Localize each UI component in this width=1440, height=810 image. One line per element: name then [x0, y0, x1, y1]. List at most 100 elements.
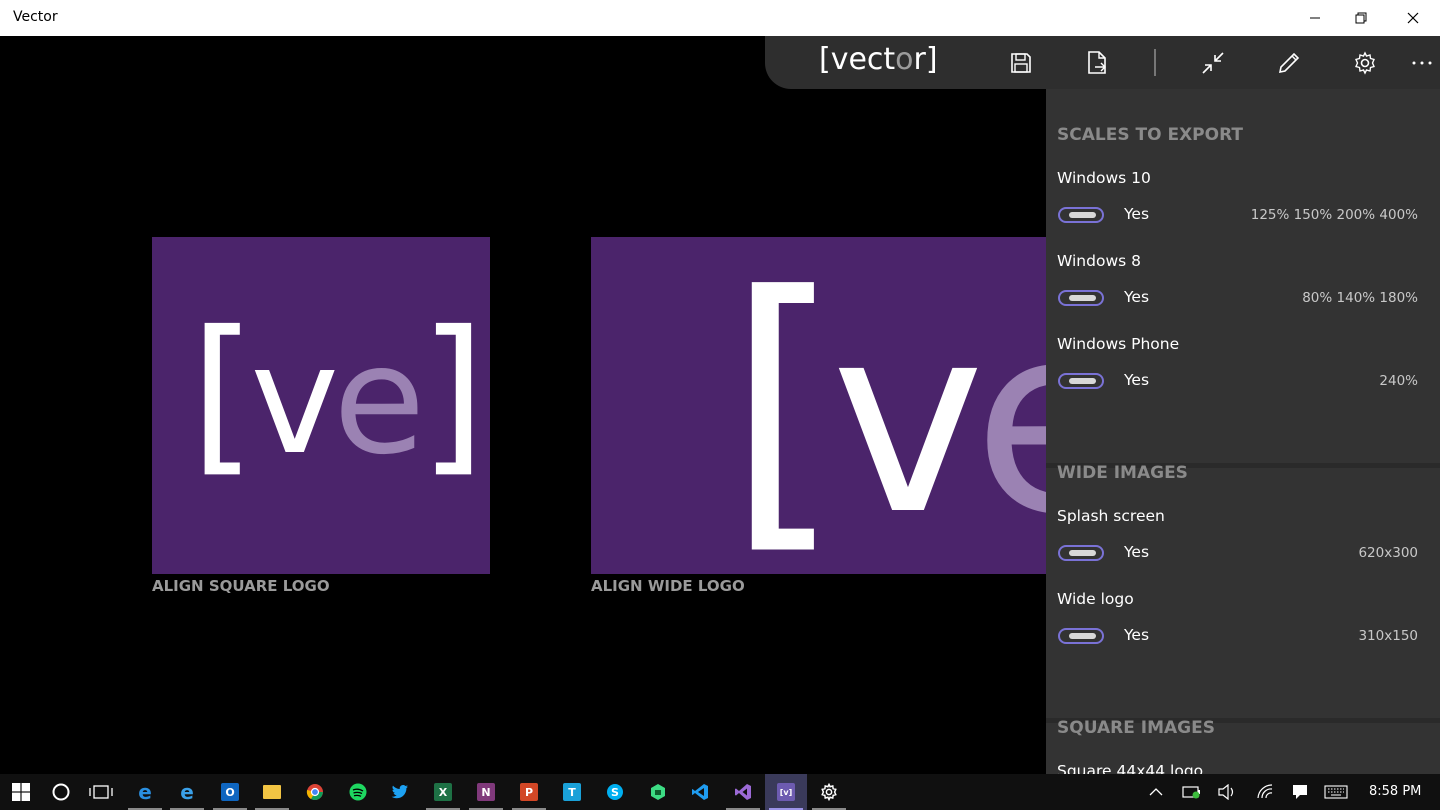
- export-file-icon: [1088, 51, 1106, 74]
- logo-bracket-left: [: [190, 295, 256, 493]
- splash-screen-toggle[interactable]: [1058, 545, 1104, 561]
- logo-letter-v: v: [250, 314, 339, 488]
- vector-app-icon: [v]: [777, 783, 795, 801]
- toggle-knob: [1069, 212, 1096, 218]
- collapse-button[interactable]: [1196, 46, 1230, 80]
- toggle-knob: [1069, 633, 1096, 639]
- windows-10-toggle[interactable]: [1058, 207, 1104, 223]
- powerpoint-taskbar-button[interactable]: P: [508, 774, 550, 810]
- touch-keyboard-button[interactable]: [1316, 774, 1356, 810]
- pencil-icon: [1278, 52, 1300, 74]
- twitter-taskbar-button[interactable]: [379, 774, 421, 810]
- wifi-icon: [1257, 784, 1273, 799]
- wide-logo-tile[interactable]: [ve: [591, 237, 1046, 574]
- wide-logo-size: 310x150: [1358, 628, 1418, 644]
- skype-taskbar-button[interactable]: S: [594, 774, 636, 810]
- toggle-knob: [1069, 378, 1096, 384]
- windows-8-toggle[interactable]: [1058, 290, 1104, 306]
- vector-taskbar-button[interactable]: [v]: [765, 774, 807, 810]
- windows-phone-label: Windows Phone: [1057, 335, 1180, 353]
- svg-text:S: S: [611, 786, 619, 799]
- notification-icon: [1293, 785, 1307, 799]
- splash-screen-label: Splash screen: [1057, 507, 1165, 525]
- visual-studio-taskbar-button[interactable]: [722, 774, 764, 810]
- onenote-taskbar-button[interactable]: N: [465, 774, 507, 810]
- close-icon: [1407, 12, 1419, 24]
- wide-logo-label: Wide logo: [1057, 590, 1134, 608]
- brand-text-end: r]: [913, 42, 938, 77]
- outlook-taskbar-button[interactable]: O: [209, 774, 251, 810]
- app-brand: [vector]: [819, 42, 938, 77]
- network-button[interactable]: [1245, 774, 1285, 810]
- taskbar: e e O X N P T S [v] 8:58 PM: [0, 774, 1440, 810]
- windows-8-scales: 80% 140% 180%: [1302, 290, 1418, 306]
- battery-button[interactable]: [1172, 774, 1212, 810]
- chevron-up-icon: [1149, 788, 1163, 796]
- vscode-taskbar-button[interactable]: [679, 774, 721, 810]
- windows-phone-scales: 240%: [1379, 373, 1418, 389]
- action-center-button[interactable]: [1280, 774, 1320, 810]
- chrome-taskbar-button[interactable]: [294, 774, 336, 810]
- restore-icon: [1355, 12, 1367, 24]
- android-taskbar-button[interactable]: [637, 774, 679, 810]
- outlook-icon: O: [221, 783, 239, 801]
- spotify-taskbar-button[interactable]: [337, 774, 379, 810]
- typora-icon: T: [563, 783, 581, 801]
- windows-phone-toggle[interactable]: [1058, 373, 1104, 389]
- vscode-icon: [692, 784, 708, 800]
- excel-icon: X: [434, 783, 452, 801]
- ie-taskbar-button[interactable]: e: [166, 774, 208, 810]
- show-hidden-icons-button[interactable]: [1136, 774, 1176, 810]
- taskbar-clock[interactable]: 8:58 PM: [1369, 784, 1421, 799]
- close-button[interactable]: [1390, 0, 1436, 36]
- excel-taskbar-button[interactable]: X: [422, 774, 464, 810]
- volume-button[interactable]: [1207, 774, 1247, 810]
- wide-logo-toggle-state: Yes: [1124, 626, 1150, 644]
- settings-taskbar-button[interactable]: [808, 774, 850, 810]
- logo-letter-e: e: [973, 270, 1046, 572]
- wide-logo-glyphs: [ve: [726, 257, 1046, 557]
- export-button[interactable]: [1080, 46, 1114, 80]
- cortana-icon: [52, 783, 70, 801]
- keyboard-icon: [1324, 785, 1348, 799]
- splash-screen-size: 620x300: [1358, 545, 1418, 561]
- export-settings-panel[interactable]: SCALES TO EXPORT Windows 10 Yes 125% 150…: [1046, 89, 1440, 774]
- minimize-button[interactable]: [1292, 0, 1338, 36]
- task-view-button[interactable]: [80, 774, 122, 810]
- settings-button[interactable]: [1348, 46, 1382, 80]
- logo-bracket-right: ]: [419, 295, 485, 493]
- more-options-button[interactable]: [1405, 46, 1439, 80]
- align-wide-logo-caption[interactable]: ALIGN WIDE LOGO: [591, 577, 745, 595]
- more-dots-icon: [1412, 61, 1432, 65]
- toolbar-separator: [1154, 49, 1156, 76]
- file-explorer-taskbar-button[interactable]: [251, 774, 293, 810]
- toggle-knob: [1069, 295, 1096, 301]
- windows-10-label: Windows 10: [1057, 169, 1151, 187]
- section-heading-scales: SCALES TO EXPORT: [1057, 125, 1244, 145]
- save-button[interactable]: [1004, 46, 1038, 80]
- edge-taskbar-button[interactable]: e: [124, 774, 166, 810]
- logo-bracket-left: [: [726, 237, 843, 574]
- start-button[interactable]: [0, 774, 42, 810]
- wide-logo-toggle[interactable]: [1058, 628, 1104, 644]
- powerpoint-icon: P: [520, 783, 538, 801]
- typora-taskbar-button[interactable]: T: [551, 774, 593, 810]
- logo-letter-e: e: [333, 314, 425, 488]
- skype-icon: S: [607, 784, 623, 800]
- spotify-icon: [349, 783, 367, 801]
- windows-10-scales: 125% 150% 200% 400%: [1250, 207, 1418, 223]
- twitter-icon: [391, 785, 408, 799]
- collapse-arrows-icon: [1202, 52, 1224, 74]
- section-heading-square-images: SQUARE IMAGES: [1057, 718, 1215, 738]
- speaker-icon: [1218, 784, 1234, 800]
- align-square-logo-caption[interactable]: ALIGN SQUARE LOGO: [152, 577, 330, 595]
- square-logo-tile[interactable]: [ve]: [152, 237, 490, 574]
- square-44-logo-label: Square 44x44 logo: [1057, 762, 1204, 774]
- edit-button[interactable]: [1272, 46, 1306, 80]
- restore-button[interactable]: [1338, 0, 1384, 36]
- splash-screen-toggle-state: Yes: [1124, 543, 1150, 561]
- windows-phone-toggle-state: Yes: [1124, 371, 1150, 389]
- minimize-icon: [1310, 17, 1320, 19]
- battery-charging-icon: [1182, 786, 1200, 799]
- cortana-button[interactable]: [40, 774, 82, 810]
